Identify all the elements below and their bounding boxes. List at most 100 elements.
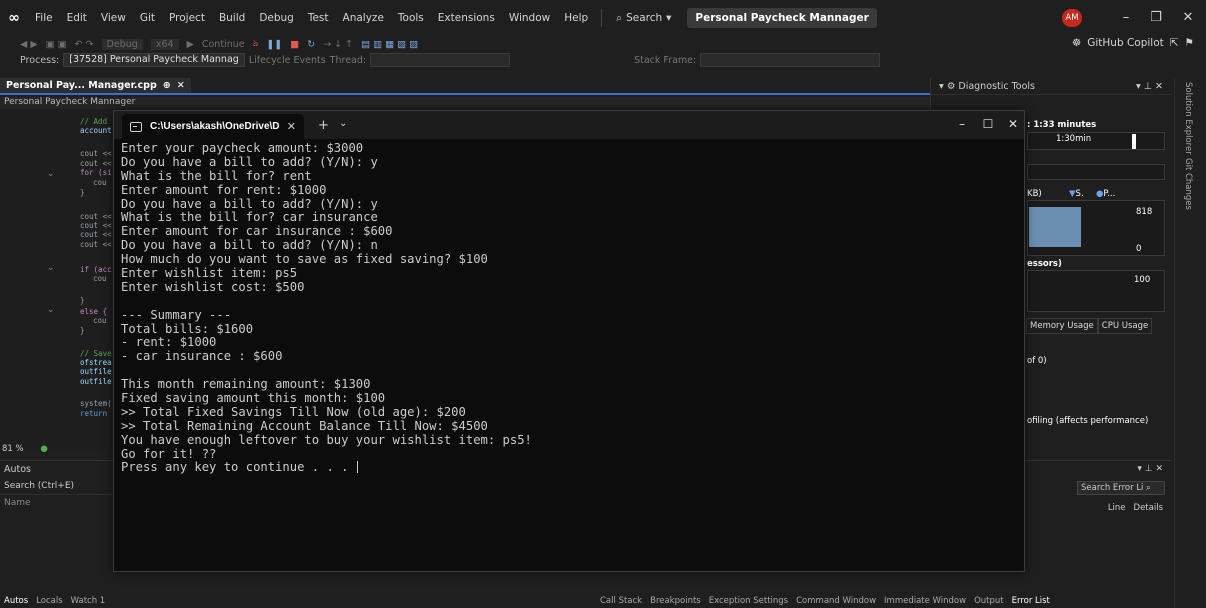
menu-edit[interactable]: Edit — [60, 12, 94, 24]
github-copilot-button[interactable]: ☸ GitHub Copilot ⇱ ⚑ — [1072, 37, 1194, 49]
close-icon[interactable]: ✕ — [1178, 10, 1198, 25]
tab-breakpoints[interactable]: Breakpoints — [650, 596, 701, 608]
legend-private: ●P... — [1096, 189, 1116, 199]
timeline-cursor[interactable] — [1132, 134, 1136, 149]
search-icon: ⌕ — [1146, 483, 1151, 493]
code-line: } — [80, 326, 85, 335]
code-line: else { — [80, 307, 108, 316]
search-button[interactable]: ⌕ Search ▾ — [608, 12, 679, 25]
console-line: Do you have a bill to add? (Y/N): y — [121, 154, 378, 169]
tab-command-window[interactable]: Command Window — [796, 596, 876, 608]
platform-select[interactable]: x64 — [150, 38, 179, 50]
solution-config-select[interactable]: Debug — [101, 38, 143, 50]
git-changes-tab[interactable]: Git Changes — [1183, 158, 1193, 210]
console-tab[interactable]: C:\Users\akash\OneDrive\Des ✕ — [122, 114, 304, 139]
solution-explorer-tab[interactable]: Solution Explorer — [1183, 82, 1193, 155]
lifecycle-events-button[interactable]: Lifecycle Events — [249, 55, 326, 66]
hot-reload-icon[interactable]: ঌ — [253, 37, 259, 52]
close-tab-icon[interactable]: ✕ — [177, 80, 185, 91]
save-icon[interactable]: ▣ ▣ — [46, 39, 67, 50]
settings-icon[interactable]: ⚙ — [947, 81, 956, 92]
navigate-back-icon[interactable]: ◀ ▶ — [20, 39, 38, 50]
tab-error-list[interactable]: Error List — [1012, 596, 1050, 608]
thread-select[interactable] — [370, 53, 511, 67]
editor-tab-label: Personal Pay... Manager.cpp — [6, 80, 157, 91]
no-issues-icon[interactable]: ● — [40, 444, 47, 454]
minimize-icon[interactable]: – — [954, 117, 970, 131]
tab-call-stack[interactable]: Call Stack — [600, 596, 642, 608]
tab-immediate-window[interactable]: Immediate Window — [884, 596, 966, 608]
fold-icon[interactable]: ⌄ — [47, 169, 57, 179]
menu-tools[interactable]: Tools — [391, 12, 431, 24]
menu-file[interactable]: File — [28, 12, 60, 24]
nav-project-select[interactable]: Personal Paycheck Mannager — [4, 97, 135, 107]
tab-watch-1[interactable]: Watch 1 — [71, 596, 106, 608]
console-titlebar[interactable]: C:\Users\akash\OneDrive\Des ✕ + ⌄ – ☐ ✕ — [114, 111, 1024, 139]
tab-cpu-usage[interactable]: CPU Usage — [1097, 318, 1153, 334]
undo-icon[interactable]: ↶ ↷ — [75, 39, 94, 50]
tab-output[interactable]: Output — [974, 596, 1004, 608]
console-line: Do you have a bill to add? (Y/N): y — [121, 196, 378, 211]
menu-project[interactable]: Project — [162, 12, 212, 24]
continue-icon[interactable]: ▶ — [187, 39, 194, 50]
console-output[interactable]: Enter your paycheck amount: $3000 Do you… — [121, 141, 1011, 475]
visual-studio-logo-icon: ∞ — [8, 10, 20, 26]
feedback-icon[interactable]: ⚑ — [1185, 37, 1194, 49]
editor-tab-main-cpp[interactable]: Personal Pay... Manager.cpp ⊕ ✕ — [0, 78, 191, 93]
menu-test[interactable]: Test — [301, 12, 336, 24]
pin-icon[interactable]: ⊕ — [163, 80, 171, 91]
pause-icon[interactable]: ❚❚ — [266, 39, 282, 50]
code-line: outfile — [80, 377, 112, 386]
menu-analyze[interactable]: Analyze — [336, 12, 391, 24]
tab-memory-usage[interactable]: Memory Usage — [1026, 318, 1098, 334]
maximize-icon[interactable]: ☐ — [980, 117, 996, 131]
tab-exception-settings[interactable]: Exception Settings — [709, 596, 788, 608]
process-select[interactable]: [37528] Personal Paycheck Mannag — [63, 53, 245, 67]
stop-icon[interactable]: ■ — [290, 39, 299, 50]
menu-debug[interactable]: Debug — [252, 12, 301, 24]
error-list-search-input[interactable]: Search Error Li ⌕ — [1077, 481, 1165, 495]
chevron-down-icon[interactable]: ⌄ — [339, 118, 347, 129]
bottom-tabs-left: Autos Locals Watch 1 — [0, 596, 595, 608]
step-over-icon[interactable]: → ↓ ↑ — [323, 39, 353, 50]
cpu-chart[interactable]: 100 — [1027, 270, 1165, 312]
diagnostic-icons[interactable]: ▤ ▥ ▦ ▧ ▨ — [361, 39, 418, 50]
tab-locals[interactable]: Locals — [36, 596, 62, 608]
code-line: return — [80, 409, 108, 418]
zoom-level-select[interactable]: 81 % — [2, 444, 24, 454]
cpu-profiling-text[interactable]: ofiling (affects performance) — [1027, 416, 1148, 426]
timeline-ruler: 1:30min — [1027, 132, 1165, 150]
console-line: Total bills: $1600 — [121, 321, 254, 336]
fold-icon[interactable]: ⌄ — [47, 305, 57, 315]
continue-label[interactable]: Continue — [202, 39, 245, 50]
restart-icon[interactable]: ↻ — [307, 39, 315, 50]
menu-build[interactable]: Build — [212, 12, 252, 24]
menu-help[interactable]: Help — [557, 12, 595, 24]
fold-icon[interactable]: ⌄ — [47, 263, 57, 273]
new-tab-icon[interactable]: + — [318, 118, 329, 133]
menu-extensions[interactable]: Extensions — [431, 12, 502, 24]
column-line[interactable]: Line — [1108, 503, 1126, 513]
tab-autos[interactable]: Autos — [4, 596, 28, 608]
dropdown-icon[interactable]: ▾ — [939, 81, 944, 92]
stack-frame-select[interactable] — [700, 53, 881, 67]
console-prompt-line[interactable]: Press any key to continue . . . — [121, 461, 1011, 475]
column-details[interactable]: Details — [1134, 503, 1163, 513]
menu-git[interactable]: Git — [133, 12, 162, 24]
minimize-icon[interactable]: – — [1116, 10, 1136, 25]
account-avatar[interactable]: AM — [1062, 9, 1082, 27]
panel-options-icon[interactable]: ▾ ⊥ ✕ — [1136, 81, 1163, 92]
restore-icon[interactable]: ❐ — [1146, 10, 1166, 25]
close-icon[interactable]: ✕ — [1005, 117, 1021, 131]
menu-window[interactable]: Window — [502, 12, 557, 24]
share-icon[interactable]: ⇱ — [1170, 37, 1179, 49]
panel-options-icon[interactable]: ▾ ⊥ ✕ — [1137, 464, 1163, 474]
process-memory-chart[interactable]: 818 0 — [1027, 200, 1165, 256]
solution-title: Personal Paycheck Mannager — [687, 8, 877, 28]
close-tab-icon[interactable]: ✕ — [287, 120, 296, 133]
console-line: Enter amount for rent: $1000 — [121, 182, 327, 197]
menu-view[interactable]: View — [94, 12, 133, 24]
console-window[interactable]: C:\Users\akash\OneDrive\Des ✕ + ⌄ – ☐ ✕ … — [113, 110, 1025, 572]
terminal-icon — [130, 121, 142, 132]
code-line: account — [80, 126, 112, 135]
